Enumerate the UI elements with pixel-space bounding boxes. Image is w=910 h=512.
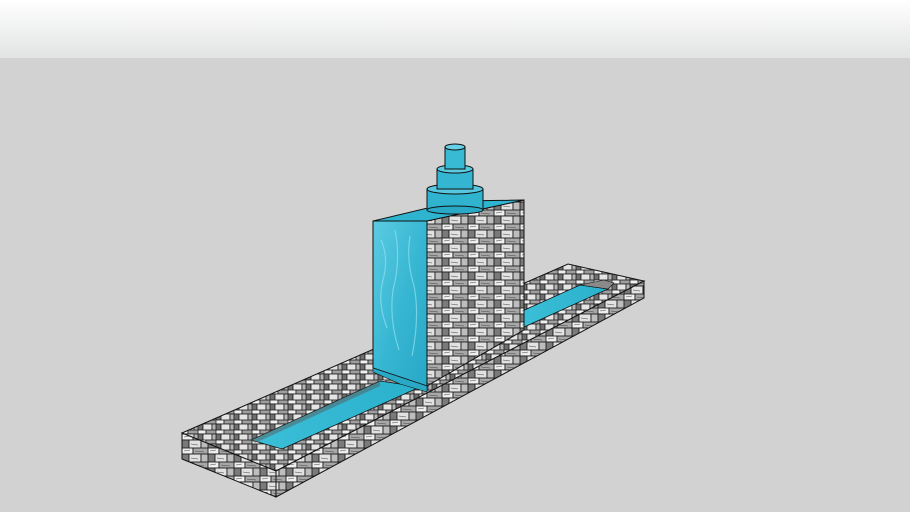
tiered-cylinders[interactable]	[426, 143, 484, 215]
model-viewport[interactable]	[0, 0, 910, 512]
fountain-model[interactable]	[0, 0, 910, 512]
